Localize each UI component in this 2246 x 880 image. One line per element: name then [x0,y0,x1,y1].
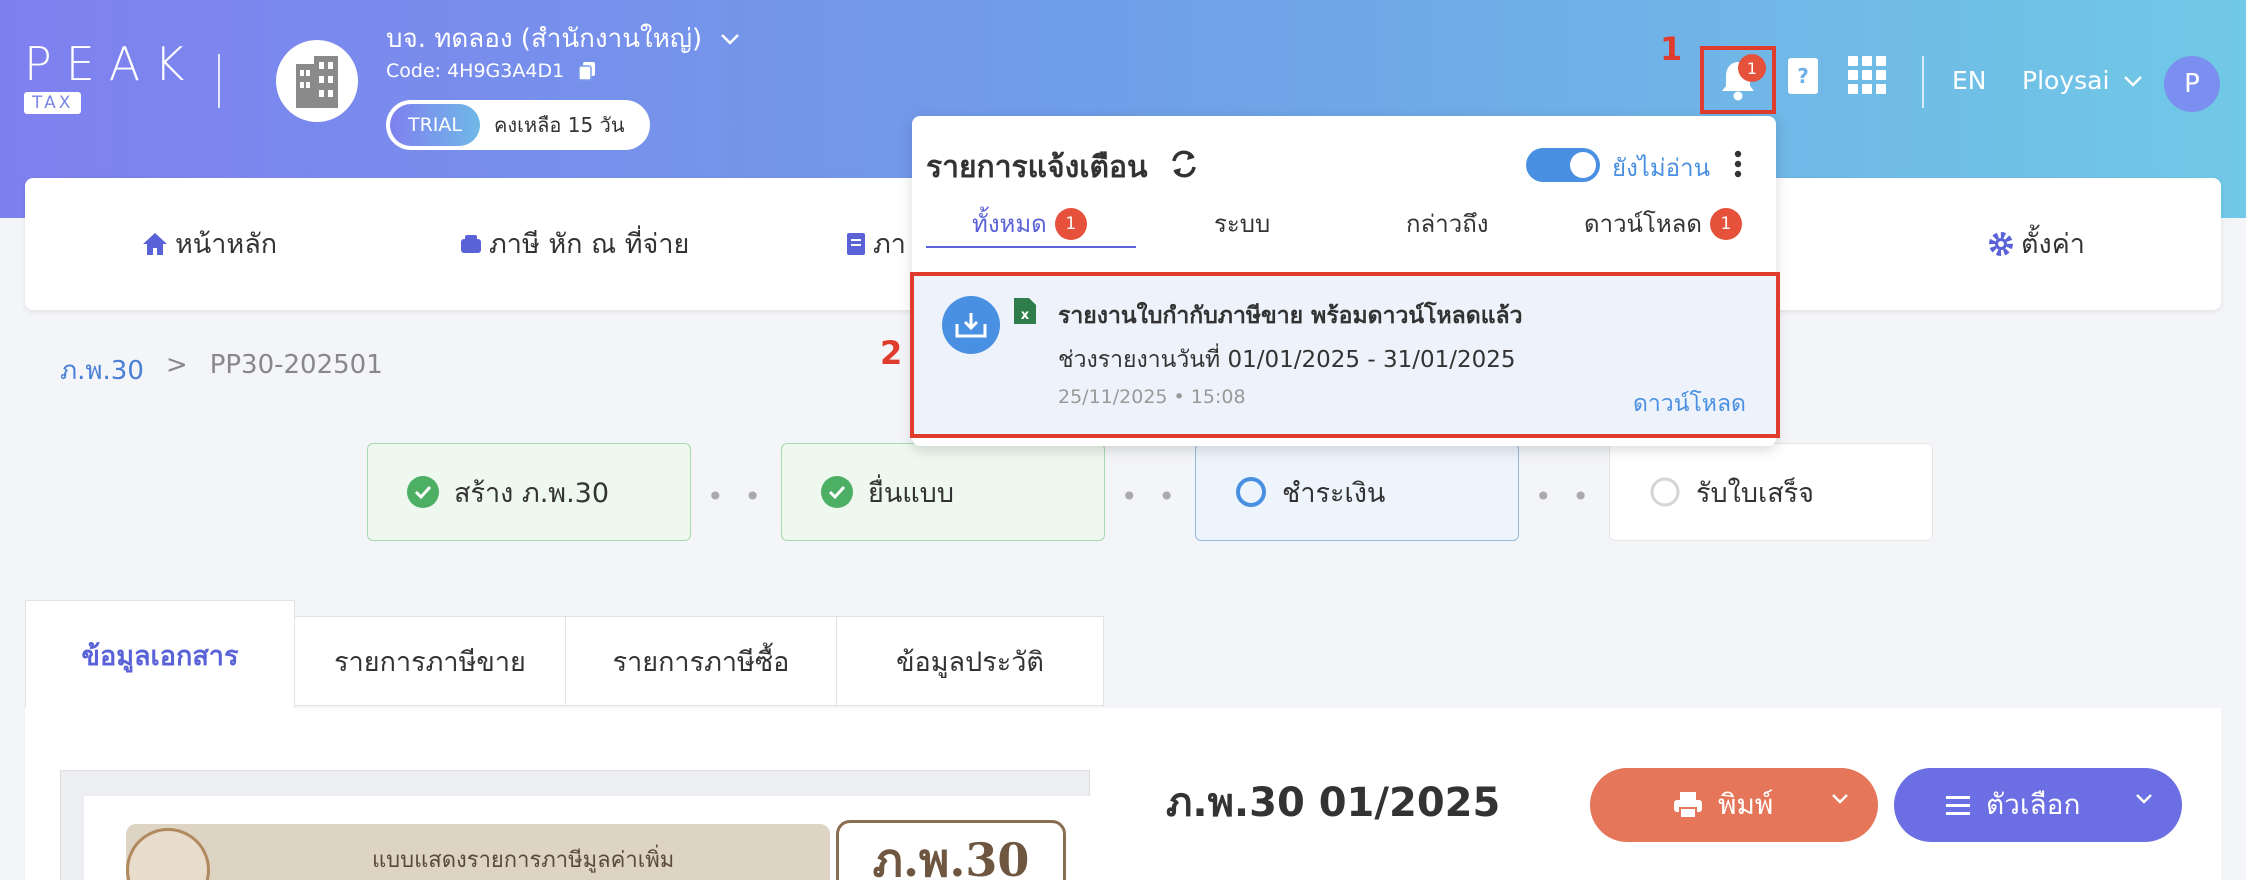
notification-title: รายงานใบกำกับภาษีขาย พร้อมดาวน์โหลดแล้ว [1058,303,1523,329]
tab-label: ดาวน์โหลด [1584,210,1702,238]
notification-count-badge: 1 [1738,54,1766,82]
step-label: รับใบเสร็จ [1696,477,1814,509]
avatar[interactable]: P [2164,56,2220,112]
logo-sub-text: TAX [24,92,82,114]
tab-count-badge: 1 [1054,207,1087,240]
document-title: ภ.พ.30 01/2025 [1166,780,1501,826]
chevron-down-icon [721,33,740,45]
excel-file-icon: x [1012,296,1038,330]
chevron-down-icon [1832,794,1848,804]
document-icon [847,232,865,255]
check-circle-icon [821,476,853,508]
check-circle-icon [407,476,439,508]
breadcrumb-current: PP30-202501 [209,350,383,380]
nav-item-home[interactable]: หน้าหลัก [141,222,277,265]
form-banner-text: แบบแสดงรายการภาษีมูลค่าเพิ่ม [372,848,675,873]
nav-settings-label: ตั้งค่า [2021,229,2085,260]
popup-title: รายการแจ้งเตือน [926,150,1148,185]
nav-wht-label: ภาษี หัก ณ ที่จ่าย [489,229,690,260]
annotation-marker-1: 1 [1660,30,1683,68]
notification-bell-button[interactable]: 1 [1700,46,1776,114]
step-label: สร้าง ภ.พ.30 [454,477,610,509]
tab-count-badge: 1 [1709,207,1742,240]
notification-timestamp: 25/11/2025 • 15:08 [1058,386,1246,408]
header-divider [1922,56,1924,108]
progress-circle-icon [1236,477,1266,507]
tab-sales-tax[interactable]: รายการภาษีขาย [294,616,566,706]
tab-label: กล่าวถึง [1406,210,1489,238]
tab-document-info[interactable]: ข้อมูลเอกสาร [25,600,295,710]
options-label: ตัวเลือก [1986,788,2081,821]
username: Ploysai [2022,66,2110,95]
company-building-icon[interactable] [276,40,358,122]
options-button[interactable]: ตัวเลือก [1894,768,2182,842]
nav-item-tax[interactable]: ภา [845,222,906,265]
form-code-box: ภ.พ.30 [836,820,1066,880]
tab-all[interactable]: ทั้งหมด 1 [972,204,1087,243]
print-button[interactable]: พิมพ์ [1590,768,1878,842]
breadcrumb-separator: > [165,350,188,380]
step-create[interactable]: สร้าง ภ.พ.30 [367,443,691,541]
chevron-down-icon [2124,75,2143,87]
printer-icon [1674,792,1702,819]
print-label: พิมพ์ [1718,788,1774,821]
menu-list-icon [1946,796,1970,815]
nav-tax-label: ภา [873,229,906,260]
active-tab-indicator [926,246,1136,248]
logo-divider [218,54,220,108]
svg-text:x: x [1021,308,1030,323]
toggle-knob [1570,152,1596,178]
download-tray-icon [942,296,1000,354]
step-label: ชำระเงิน [1282,477,1386,509]
nav-home-label: หน้าหลัก [175,229,278,260]
user-menu[interactable]: Ploysai [2022,66,2143,95]
tab-mentions[interactable]: กล่าวถึง [1406,204,1488,243]
trial-badge: TRIAL [390,104,480,146]
tab-downloads[interactable]: ดาวน์โหลด 1 [1584,204,1742,243]
company-code-text: Code: 4H9G3A4D1 [386,60,565,82]
unread-label: ยังไม่อ่าน [1612,154,1710,182]
wallet-icon [461,234,481,253]
tab-history[interactable]: ข้อมูลประวัติ [836,616,1104,706]
tab-purchase-tax[interactable]: รายการภาษีซื้อ [565,616,837,706]
home-icon [143,232,167,255]
unread-toggle[interactable] [1526,148,1600,182]
refresh-icon[interactable] [1168,148,1200,184]
chevron-down-icon [2136,794,2152,804]
language-switch[interactable]: EN [1952,66,1987,95]
copy-icon[interactable] [578,61,596,81]
tab-system[interactable]: ระบบ [1214,204,1270,243]
step-submit[interactable]: ยื่นแบบ [781,443,1105,541]
trial-status: TRIAL คงเหลือ 15 วัน [386,100,650,150]
company-name: บจ. ทดลอง (สำนักงานใหญ่) [386,24,703,54]
apps-grid-icon[interactable] [1848,56,1886,98]
nav-item-settings[interactable]: ตั้งค่า [1987,222,2085,265]
step-label: ยื่นแบบ [868,477,954,509]
step-payment[interactable]: ชำระเงิน [1195,443,1519,541]
logo-text: PEAK [24,37,199,91]
empty-circle-icon [1650,477,1680,507]
company-code: Code: 4H9G3A4D1 [386,60,596,82]
nav-item-wht[interactable]: ภาษี หัก ณ ที่จ่าย [459,222,689,265]
svg-text:?: ? [1797,64,1809,88]
trial-remaining: คงเหลือ 15 วัน [494,113,625,137]
peak-logo[interactable]: PEAK TAX [24,40,198,114]
notification-item[interactable]: x รายงานใบกำกับภาษีขาย พร้อมดาวน์โหลดแล้… [910,272,1780,438]
more-vertical-icon[interactable] [1734,150,1742,182]
tab-label: ระบบ [1214,210,1271,238]
gear-icon [1989,231,2013,256]
notification-description: ช่วงรายงานวันที่ 01/01/2025 - 31/01/2025 [1058,347,1516,373]
breadcrumb: ภ.พ.30 > PP30-202501 [60,350,383,391]
download-link[interactable]: ดาวน์โหลด [1633,386,1746,422]
company-switcher[interactable]: บจ. ทดลอง (สำนักงานใหญ่) [386,18,740,59]
help-book-icon[interactable]: ? [1786,56,1820,100]
step-receipt[interactable]: รับใบเสร็จ [1609,443,1933,541]
tab-label: ทั้งหมด [972,210,1047,238]
annotation-marker-2: 2 [880,334,903,372]
breadcrumb-parent[interactable]: ภ.พ.30 [60,350,144,391]
